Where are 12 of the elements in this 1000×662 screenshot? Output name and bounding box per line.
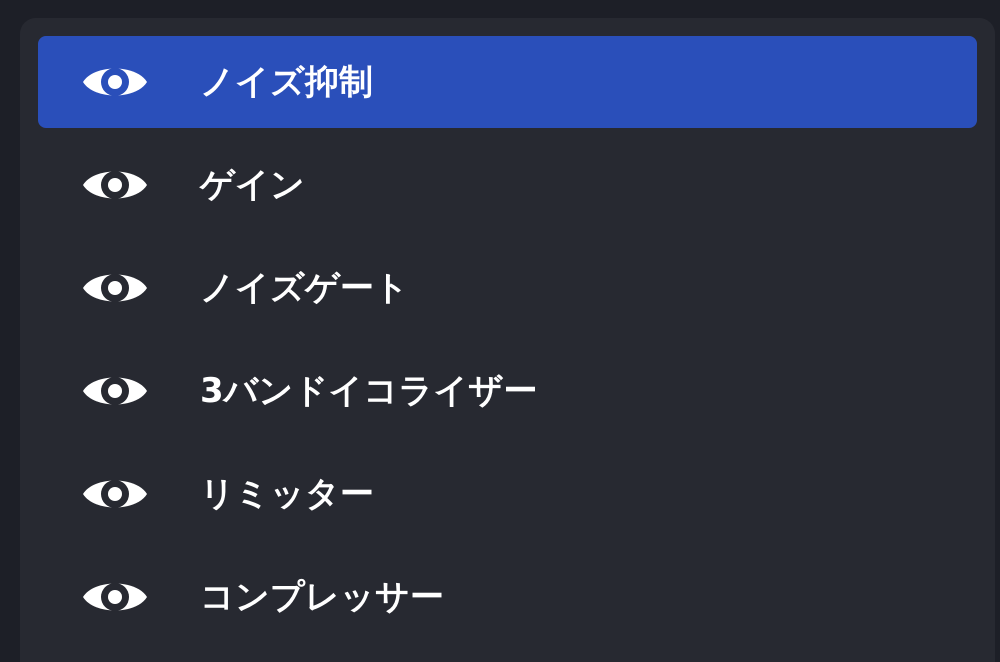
filter-label: ゲイン: [200, 164, 305, 206]
filter-item[interactable]: 3バンドイコライザー: [38, 345, 977, 437]
filter-label: コンプレッサー: [200, 576, 444, 618]
filter-item[interactable]: ノイズゲート: [38, 242, 977, 334]
filter-label: 3バンドイコライザー: [200, 370, 538, 412]
filter-label: リミッター: [200, 472, 374, 516]
filter-item[interactable]: コンプレッサー: [38, 551, 977, 643]
filter-item[interactable]: ノイズ抑制: [38, 36, 977, 128]
filter-item[interactable]: リミッター: [38, 448, 977, 540]
filter-label: ノイズ抑制: [200, 60, 373, 104]
filter-item[interactable]: ゲイン: [38, 139, 977, 231]
filter-label: ノイズゲート: [200, 266, 409, 310]
